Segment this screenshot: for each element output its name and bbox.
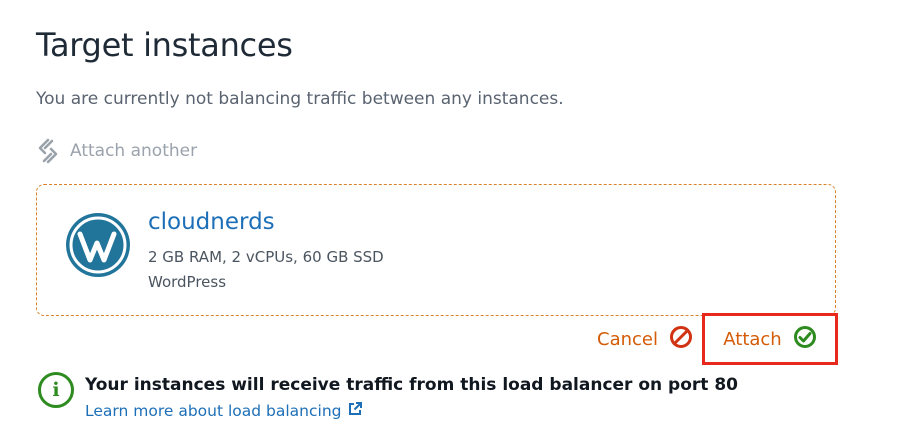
page-subtitle: You are currently not balancing traffic … [36, 89, 564, 109]
external-link-icon [347, 401, 363, 421]
attach-chain-icon [36, 138, 60, 164]
check-circle-icon [793, 325, 817, 354]
cancel-button[interactable]: Cancel [597, 325, 693, 353]
instance-card: cloudnerds 2 GB RAM, 2 vCPUs, 60 GB SSD … [36, 184, 836, 316]
page-title: Target instances [36, 26, 293, 64]
learn-more-label: Learn more about load balancing [85, 402, 342, 420]
attach-another-label: Attach another [70, 141, 198, 161]
instance-specs: 2 GB RAM, 2 vCPUs, 60 GB SSD [148, 248, 384, 266]
attach-another-button[interactable]: Attach another [36, 138, 197, 164]
attach-button[interactable]: Attach [702, 313, 838, 365]
wordpress-logo-icon [65, 212, 131, 278]
info-notice: i Your instances will receive traffic fr… [38, 372, 738, 421]
learn-more-link[interactable]: Learn more about load balancing [85, 401, 738, 421]
info-circle-icon: i [38, 372, 74, 408]
cancel-slash-icon [669, 325, 693, 354]
instance-name-link[interactable]: cloudnerds [148, 209, 275, 235]
cancel-label: Cancel [597, 328, 658, 350]
attach-label: Attach [723, 328, 782, 350]
instance-blueprint: WordPress [148, 273, 227, 291]
info-message: Your instances will receive traffic from… [85, 375, 738, 395]
